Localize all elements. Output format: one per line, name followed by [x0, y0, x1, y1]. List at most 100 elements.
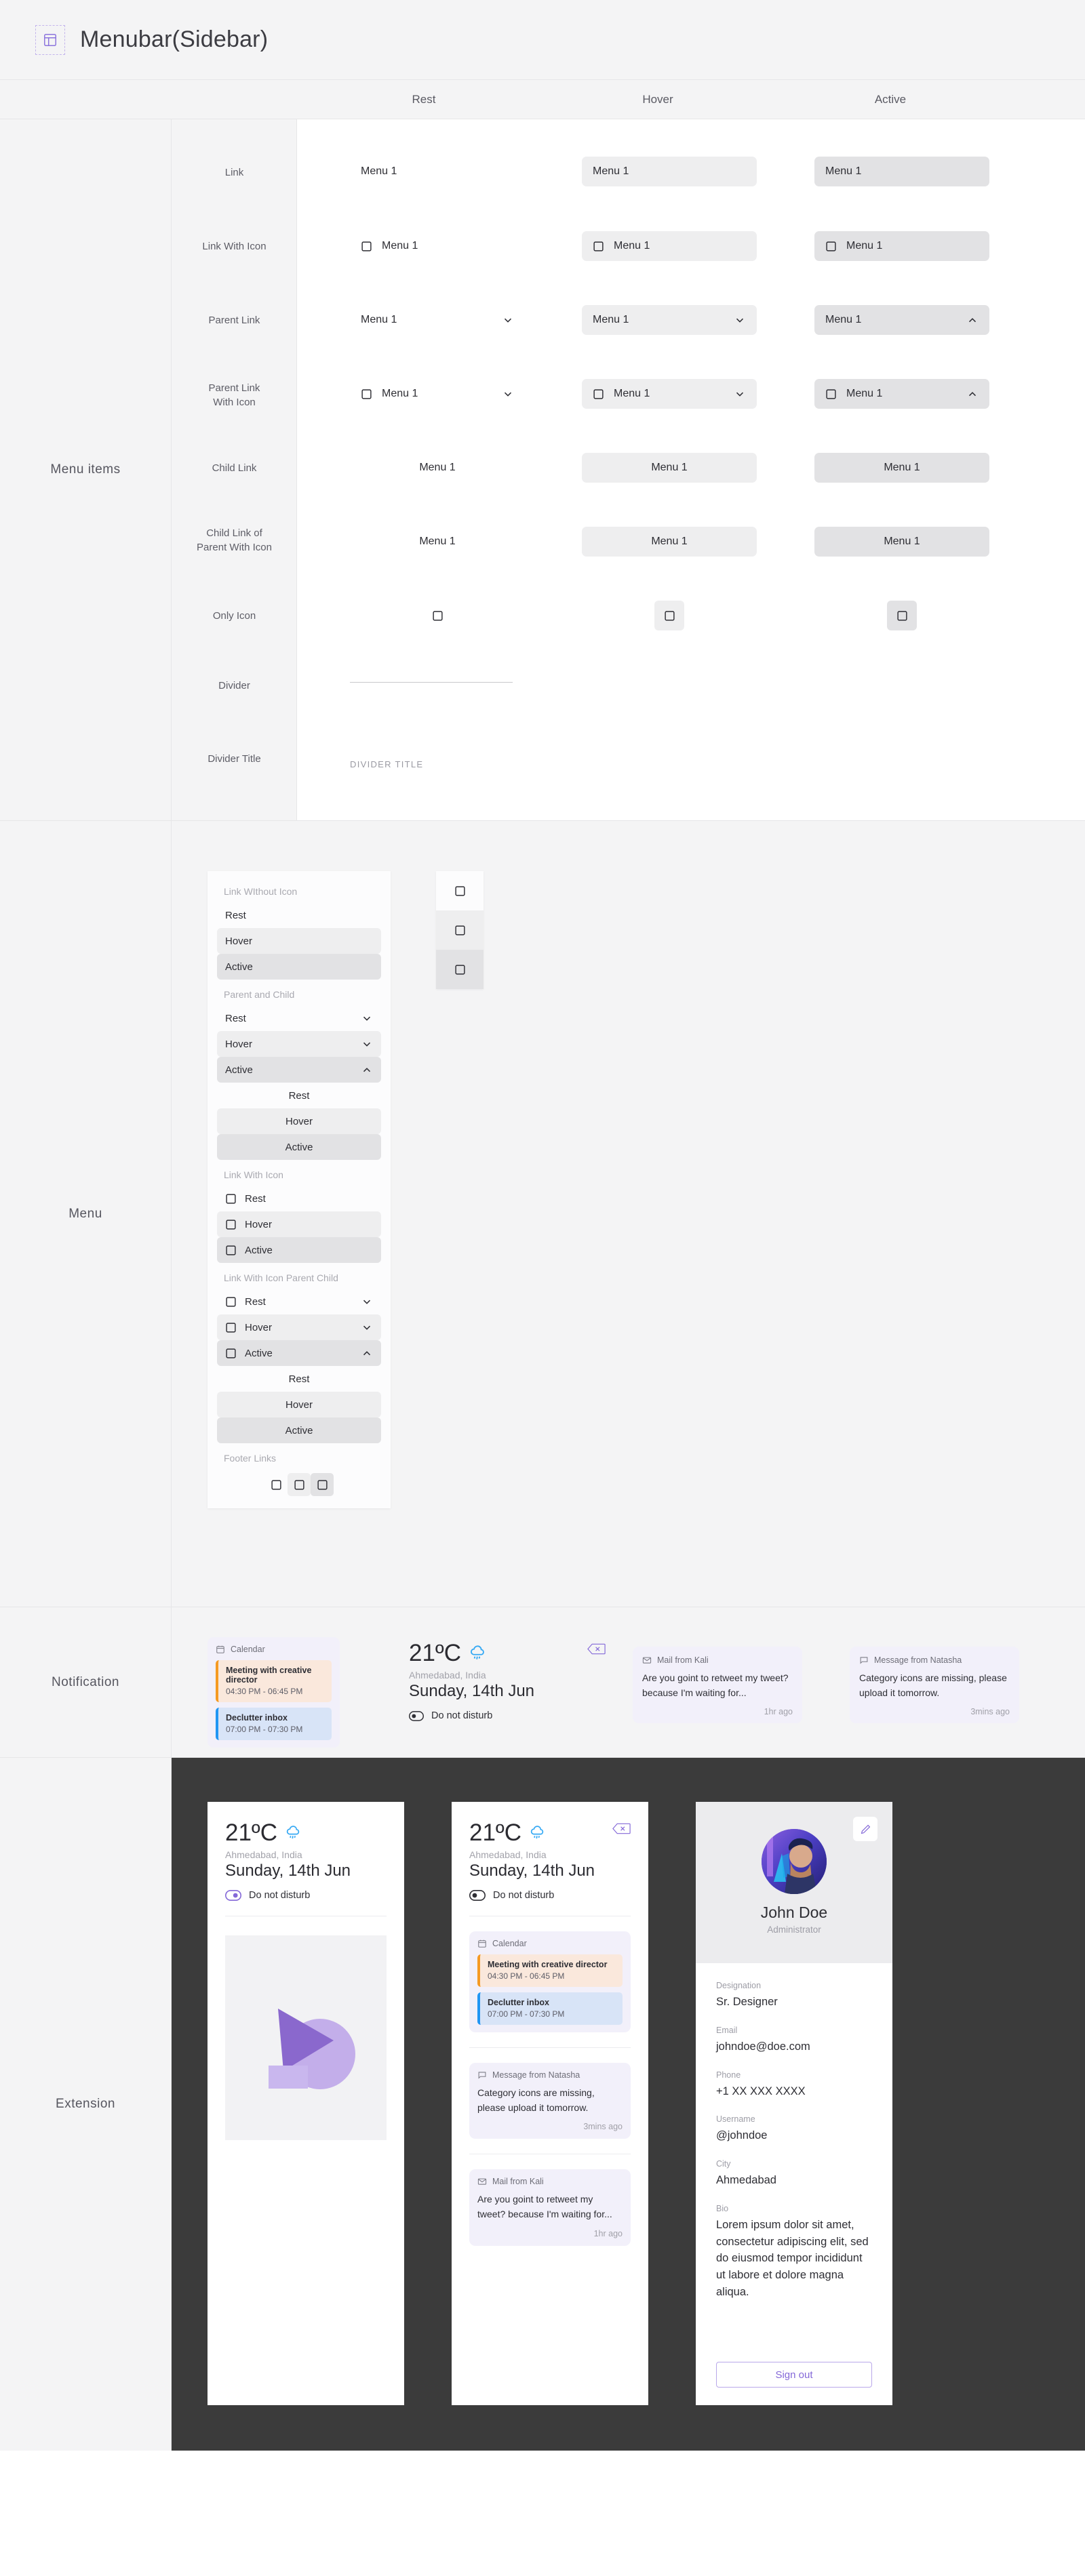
collapse-left-icon[interactable] — [612, 1822, 631, 1838]
event-time: 07:00 PM - 07:30 PM — [488, 2009, 565, 2019]
menu-item-link-with-icon-active[interactable]: Menu 1 — [814, 231, 989, 261]
menu-item-label: Menu 1 — [884, 462, 920, 473]
rail-item-active[interactable] — [436, 950, 484, 989]
menu-row-link-with-icon-active[interactable]: Active — [217, 1237, 381, 1263]
row-label-line-1: Child Link of — [206, 527, 262, 539]
field-label: Username — [716, 2114, 755, 2125]
chevron-up-icon — [361, 1064, 373, 1076]
menu-item-link-active[interactable]: Menu 1 — [814, 157, 989, 186]
calendar-event-item[interactable]: Declutter inbox 07:00 PM - 07:30 PM — [477, 1992, 623, 2025]
menu-row-parent-rest[interactable]: Rest — [217, 1005, 381, 1031]
menu-row-link-with-icon-hover[interactable]: Hover — [217, 1211, 381, 1237]
menu-item-only-icon-rest[interactable] — [422, 601, 452, 630]
menu-row-child-rest[interactable]: Rest — [217, 1083, 381, 1108]
notification-card-mail[interactable]: Mail from Kali Are you goint to retweet … — [469, 2169, 631, 2246]
menu-item-child-link-rest[interactable]: Menu 1 — [350, 453, 525, 483]
footer-link-active[interactable] — [311, 1473, 334, 1496]
menu-item-link-hover[interactable]: Menu 1 — [582, 157, 757, 186]
menu-item-parent-link-active[interactable]: Menu 1 — [814, 305, 989, 335]
menu-row-link-with-icon-rest[interactable]: Rest — [217, 1186, 381, 1211]
notification-card-mail[interactable]: Mail from Kali Are you goint to retweet … — [633, 1647, 802, 1724]
collapse-left-icon[interactable] — [587, 1643, 606, 1659]
footer-link-hover[interactable] — [288, 1473, 311, 1496]
do-not-disturb-toggle-row[interactable]: Do not disturb — [225, 1890, 387, 1901]
notification-card-message[interactable]: Message from Natasha Category icons are … — [469, 2063, 631, 2139]
menu-item-label: Menu 1 — [419, 462, 456, 473]
menu-row-parent-active[interactable]: Active — [217, 1057, 381, 1083]
footer-link-rest[interactable] — [264, 1473, 288, 1496]
mail-icon — [642, 1657, 652, 1664]
menu-row-link-without-icon-active[interactable]: Active — [217, 954, 381, 980]
calendar-notification-card[interactable]: Calendar Meeting with creative director … — [469, 1931, 631, 2032]
menu-row-child-active[interactable]: Active — [217, 1134, 381, 1160]
calendar-event-item[interactable]: Meeting with creative director 04:30 PM … — [216, 1660, 332, 1702]
do-not-disturb-toggle-row[interactable]: Do not disturb — [469, 1890, 631, 1901]
menu-item-parent-link-with-icon-active[interactable]: Menu 1 — [814, 379, 989, 409]
menu-row-icon-parent-hover[interactable]: Hover — [217, 1314, 381, 1340]
square-icon — [896, 610, 907, 621]
menu-item-parent-link-rest[interactable]: Menu 1 — [350, 305, 525, 335]
menu-item-only-icon-active[interactable] — [887, 601, 917, 630]
menu-item-label: Menu 1 — [593, 314, 629, 325]
menu-row-label: Hover — [245, 1321, 273, 1333]
menu-item-link-with-icon-hover[interactable]: Menu 1 — [582, 231, 757, 261]
menu-item-parent-link-with-icon-hover[interactable]: Menu 1 — [582, 379, 757, 409]
notification-card-time: 3mins ago — [583, 2122, 623, 2132]
menu-row-link-without-icon-hover[interactable]: Hover — [217, 928, 381, 954]
calendar-card-title: Calendar — [492, 1939, 527, 1948]
menu-row-child-hover[interactable]: Hover — [217, 1108, 381, 1134]
do-not-disturb-toggle-row[interactable]: Do not disturb — [409, 1710, 606, 1721]
calendar-event-item[interactable]: Meeting with creative director 04:30 PM … — [477, 1954, 623, 1987]
rail-item-rest[interactable] — [436, 871, 484, 910]
row-label-only-icon: Only Icon — [212, 610, 256, 622]
notification-card-message[interactable]: Message from Natasha Category icons are … — [850, 1647, 1019, 1724]
rail-item-hover[interactable] — [436, 910, 484, 950]
menu-group-title-parent-and-child: Parent and Child — [224, 989, 295, 1000]
profile-field-username: Username @johndoe — [716, 2114, 872, 2144]
menu-row-icon-child-rest[interactable]: Rest — [217, 1366, 381, 1392]
menu-item-link-with-icon-rest[interactable]: Menu 1 — [350, 231, 525, 261]
menu-row-parent-hover[interactable]: Hover — [217, 1031, 381, 1057]
menu-item-child-of-parent-with-icon-active[interactable]: Menu 1 — [814, 527, 989, 557]
menu-row-label: Rest — [288, 1373, 310, 1385]
menu-row-icon-parent-active[interactable]: Active — [217, 1340, 381, 1366]
square-icon — [593, 388, 604, 400]
sign-out-button[interactable]: Sign out — [716, 2362, 872, 2388]
weather-temperature-row: 21ºC — [469, 1819, 547, 1847]
profile-header: John Doe Administrator — [696, 1802, 892, 1963]
notification-card-time: 1hr ago — [764, 1707, 793, 1717]
event-title: Declutter inbox — [488, 1998, 549, 2007]
row-label-parent-link: Parent Link — [208, 315, 260, 326]
menu-item-child-of-parent-with-icon-rest[interactable]: Menu 1 — [350, 527, 525, 557]
chevron-down-icon — [502, 388, 514, 400]
square-icon — [454, 964, 465, 975]
profile-field-bio: Bio Lorem ipsum dolor sit amet, consecte… — [716, 2204, 872, 2301]
menu-item-only-icon-hover[interactable] — [654, 601, 684, 630]
sidebar-menu-panel: Link WIthout Icon Rest Hover Active Pare… — [208, 871, 391, 1508]
chevron-up-icon — [966, 314, 979, 326]
weather-location: Ahmedabad, India — [409, 1670, 486, 1681]
extension-card-weather-image: 21ºC Ahmedabad, India Sunday, 14th Jun D… — [208, 1802, 404, 2405]
menu-row-icon-child-active[interactable]: Active — [217, 1417, 381, 1443]
menu-item-child-link-hover[interactable]: Menu 1 — [582, 453, 757, 483]
menu-item-parent-link-hover[interactable]: Menu 1 — [582, 305, 757, 335]
menu-item-child-link-active[interactable]: Menu 1 — [814, 453, 989, 483]
menu-item-parent-link-with-icon-rest[interactable]: Menu 1 — [350, 379, 525, 409]
menu-item-child-of-parent-with-icon-hover[interactable]: Menu 1 — [582, 527, 757, 557]
menu-row-label: Active — [225, 1064, 253, 1076]
menu-row-link-without-icon-rest[interactable]: Rest — [217, 902, 381, 928]
menu-item-link-rest[interactable]: Menu 1 — [350, 157, 525, 186]
row-label-divider-title: Divider Title — [208, 753, 261, 765]
notification-card-header: Message from Natasha — [859, 1655, 1010, 1665]
menu-items-grid: Menu 1 Menu 1 Menu 1 Menu 1 Menu 1 Menu … — [297, 119, 1085, 820]
calendar-notification-card[interactable]: Calendar Meeting with creative director … — [208, 1637, 340, 1748]
menu-row-label: Active — [285, 1424, 313, 1436]
edit-profile-button[interactable] — [853, 1817, 877, 1841]
notification-card-header: Message from Natasha — [477, 2070, 623, 2080]
menu-row-icon-parent-rest[interactable]: Rest — [217, 1289, 381, 1314]
chevron-down-icon — [361, 1295, 373, 1308]
square-icon — [225, 1219, 237, 1230]
row-label-line-2: Parent With Icon — [197, 542, 272, 553]
menu-row-icon-child-hover[interactable]: Hover — [217, 1392, 381, 1417]
calendar-event-item[interactable]: Declutter inbox 07:00 PM - 07:30 PM — [216, 1708, 332, 1740]
